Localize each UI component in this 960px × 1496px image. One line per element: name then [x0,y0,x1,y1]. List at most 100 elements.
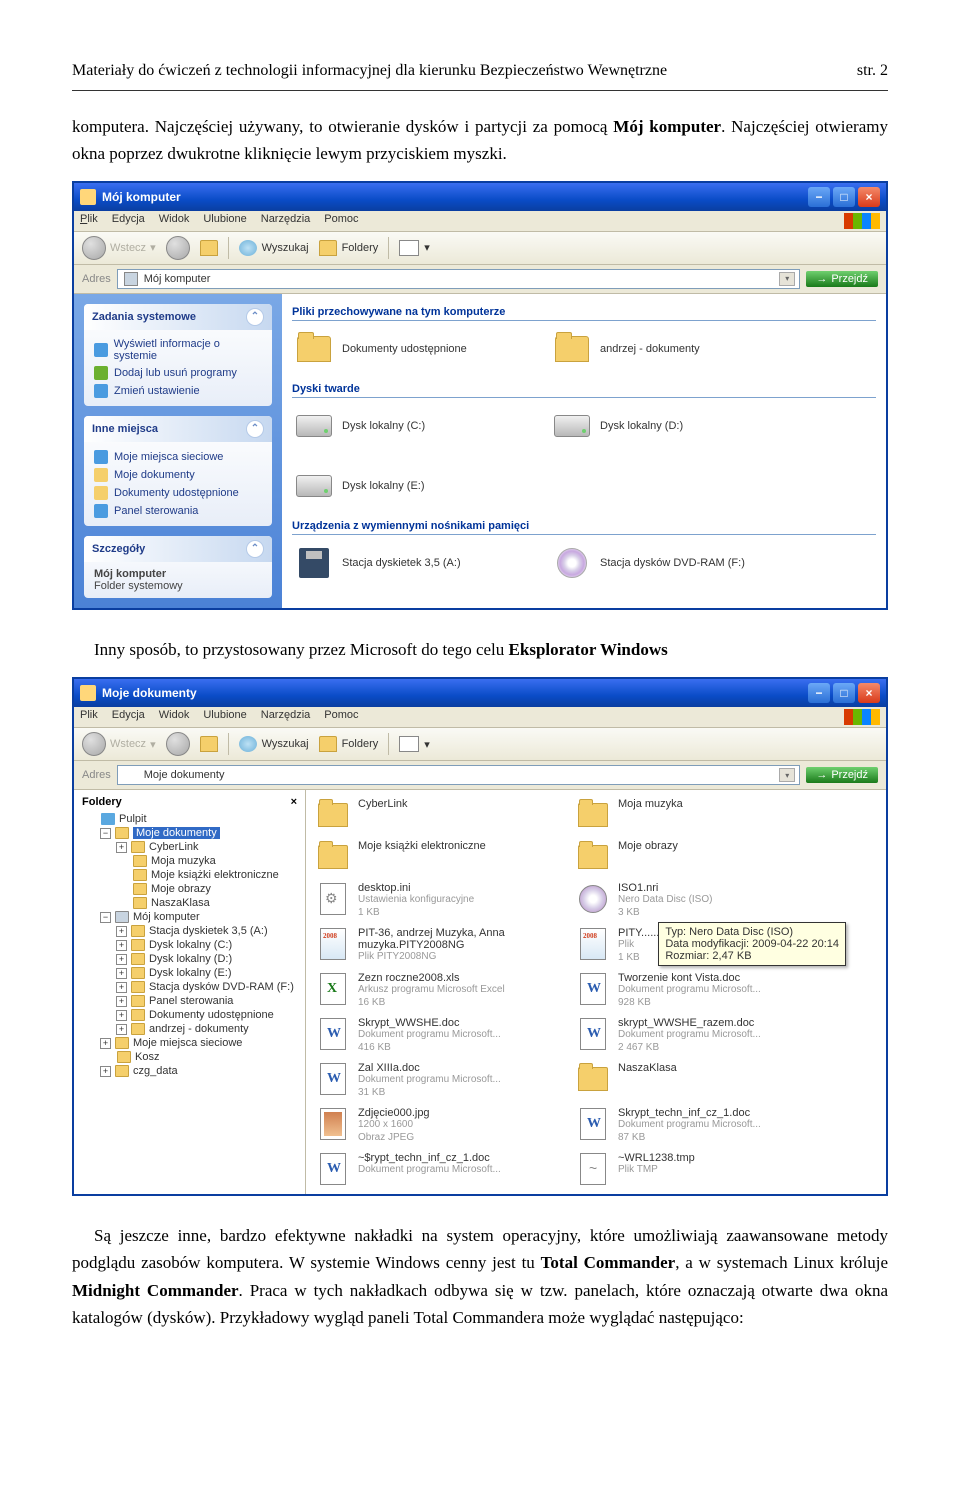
forward-button[interactable] [166,732,190,756]
minimize-button[interactable]: − [808,683,830,703]
tree-node[interactable]: Moja muzyka [80,854,299,868]
address-input[interactable]: Mój komputer ▾ [117,269,801,289]
address-input[interactable]: Moje dokumenty ▾ [117,765,801,785]
maximize-button[interactable]: □ [833,187,855,207]
place-item[interactable]: Dokumenty udostępnione [94,484,262,502]
close-button[interactable]: × [858,683,880,703]
tree-node[interactable]: +Dysk lokalny (C:) [80,938,299,952]
drive-item[interactable]: Dysk lokalny (C:) [296,410,526,442]
tree-node[interactable]: Moje obrazy [80,882,299,896]
expand-icon[interactable]: − [100,912,111,923]
menu-widok[interactable]: Widok [159,709,190,725]
tree-node[interactable]: −Moje dokumenty [80,826,299,840]
task-item[interactable]: Wyświetl informacje o systemie [94,336,262,364]
file-item[interactable]: Moja muzyka [576,796,816,834]
expand-icon[interactable]: + [116,996,127,1007]
menu-ulubione[interactable]: Ulubione [203,213,246,229]
tree-node[interactable]: +Dysk lokalny (D:) [80,952,299,966]
file-item[interactable]: ISO1.nriNero Data Disc (ISO)3 KB [576,880,816,921]
expand-icon[interactable]: + [116,842,127,853]
search-button[interactable]: Wyszukaj [239,736,309,752]
tree-node[interactable]: NaszaKlasa [80,896,299,910]
file-item[interactable]: skrypt_WWSHE_razem.docDokument programu … [576,1015,816,1056]
file-item[interactable]: Tworzenie kont Vista.docDokument program… [576,970,816,1011]
address-dropdown-icon[interactable]: ▾ [779,272,795,286]
collapse-icon[interactable]: ⌃ [246,540,264,558]
folders-button[interactable]: Foldery [319,240,379,256]
task-item[interactable]: Zmień ustawienie [94,382,262,400]
tree-node[interactable]: +Stacja dysków DVD-RAM (F:) [80,980,299,994]
place-item[interactable]: Panel sterowania [94,502,262,520]
expand-icon[interactable]: + [116,954,127,965]
menu-pomoc[interactable]: Pomoc [324,709,358,725]
expand-icon[interactable]: + [100,1038,111,1049]
drive-item[interactable]: Stacja dysków DVD-RAM (F:) [554,547,784,579]
close-panel-button[interactable]: × [291,796,297,808]
file-item[interactable]: Zdjęcie000.jpg1200 x 1600Obraz JPEG [316,1105,556,1146]
expand-icon[interactable]: + [116,926,127,937]
menu-pomoc[interactable]: Pomoc [324,213,358,229]
file-item[interactable]: Skrypt_techn_inf_cz_1.docDokument progra… [576,1105,816,1146]
expand-icon[interactable]: + [116,1024,127,1035]
folder-item[interactable]: andrzej - dokumenty [554,333,784,365]
drive-item[interactable]: Dysk lokalny (E:) [296,470,526,502]
tree-node[interactable]: +czg_data [80,1064,299,1078]
tree-node[interactable]: Pulpit [80,812,299,826]
file-item[interactable]: ~WRL1238.tmpPlik TMP [576,1150,816,1188]
menu-edycja[interactable]: Edycja [112,709,145,725]
close-button[interactable]: × [858,187,880,207]
drive-item[interactable]: Stacja dyskietek 3,5 (A:) [296,547,526,579]
go-button[interactable]: → Przejdź [806,767,878,783]
file-item[interactable]: PIT-36, andrzej Muzyka, Anna muzyka.PITY… [316,925,556,966]
maximize-button[interactable]: □ [833,683,855,703]
tree-node[interactable]: +CyberLink [80,840,299,854]
tree-node[interactable]: +andrzej - dokumenty [80,1022,299,1036]
back-button[interactable]: Wstecz ▾ [82,236,156,260]
collapse-icon[interactable]: ⌃ [246,308,264,326]
file-item[interactable]: desktop.iniUstawienia konfiguracyjne1 KB [316,880,556,921]
views-button[interactable]: ▾ [399,736,430,752]
menu-edycja[interactable]: Edycja [112,213,145,229]
file-item[interactable]: Skrypt_WWSHE.docDokument programu Micros… [316,1015,556,1056]
expand-icon[interactable]: + [116,940,127,951]
tree-node[interactable]: +Moje miejsca sieciowe [80,1036,299,1050]
minimize-button[interactable]: − [808,187,830,207]
task-item[interactable]: Dodaj lub usuń programy [94,364,262,382]
tree-node[interactable]: Moje książki elektroniczne [80,868,299,882]
expand-icon[interactable]: + [116,982,127,993]
go-button[interactable]: → Przejdź [806,271,878,287]
file-item[interactable]: CyberLink [316,796,556,834]
file-item[interactable]: ~$rypt_techn_inf_cz_1.docDokument progra… [316,1150,556,1188]
place-item[interactable]: Moje dokumenty [94,466,262,484]
folder-item[interactable]: Dokumenty udostępnione [296,333,526,365]
search-button[interactable]: Wyszukaj [239,240,309,256]
up-button[interactable] [200,736,218,752]
expand-icon[interactable]: + [116,1010,127,1021]
file-item[interactable]: Moje obrazy [576,838,816,876]
window-titlebar[interactable]: Mój komputer − □ × [74,183,886,211]
up-button[interactable] [200,240,218,256]
views-button[interactable]: ▾ [399,240,430,256]
tree-node[interactable]: +Dysk lokalny (E:) [80,966,299,980]
tree-node[interactable]: +Dokumenty udostępnione [80,1008,299,1022]
expand-icon[interactable]: + [100,1066,111,1077]
expand-icon[interactable]: + [116,968,127,979]
place-item[interactable]: Moje miejsca sieciowe [94,448,262,466]
file-item[interactable]: Moje książki elektroniczne [316,838,556,876]
tree-node[interactable]: +Stacja dyskietek 3,5 (A:) [80,924,299,938]
menu-ulubione[interactable]: Ulubione [203,709,246,725]
menu-narzedzia[interactable]: Narzędzia [261,213,311,229]
file-item[interactable]: NaszaKlasa [576,1060,816,1101]
tree-node[interactable]: +Panel sterowania [80,994,299,1008]
drive-item[interactable]: Dysk lokalny (D:) [554,410,784,442]
menu-plik[interactable]: Plik [80,213,98,229]
collapse-icon[interactable]: ⌃ [246,420,264,438]
menu-narzedzia[interactable]: Narzędzia [261,709,311,725]
file-item[interactable]: Zal XIIIa.docDokument programu Microsoft… [316,1060,556,1101]
back-button[interactable]: Wstecz ▾ [82,732,156,756]
address-dropdown-icon[interactable]: ▾ [779,768,795,782]
expand-icon[interactable]: − [100,828,111,839]
menu-plik[interactable]: Plik [80,709,98,725]
folders-button[interactable]: Foldery [319,736,379,752]
file-item[interactable]: Zezn roczne2008.xlsArkusz programu Micro… [316,970,556,1011]
